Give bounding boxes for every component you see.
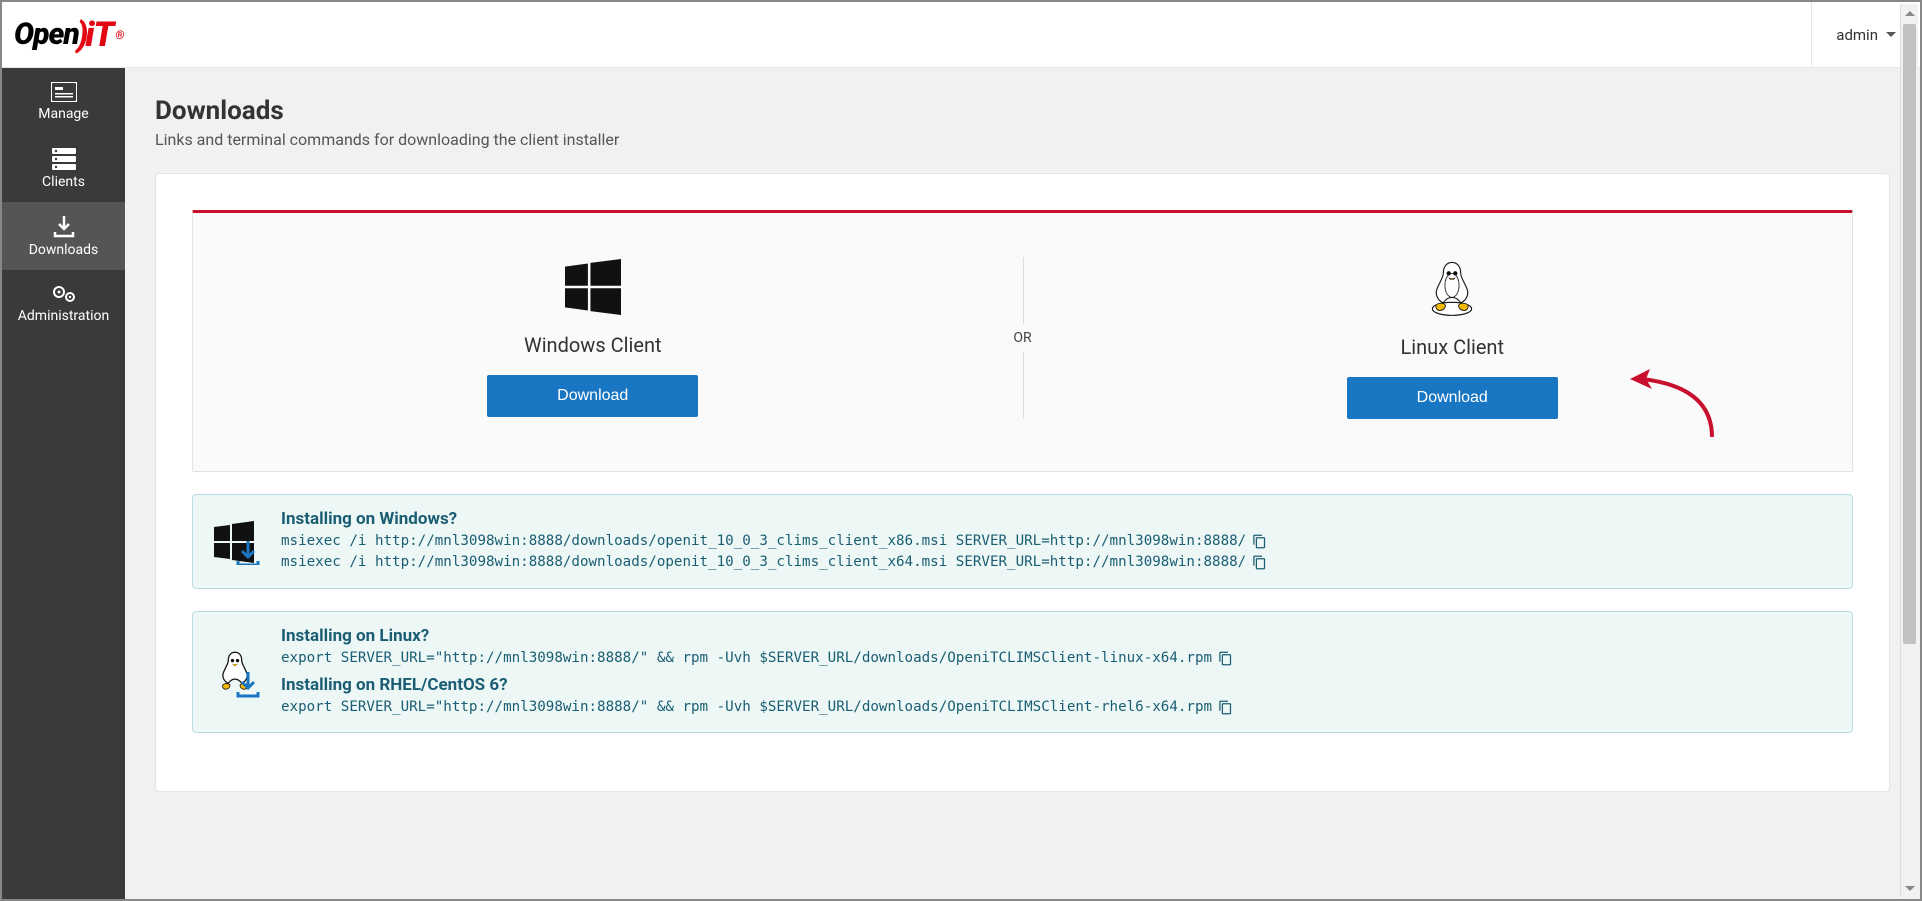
logo-it: iT <box>85 15 113 55</box>
copy-icon[interactable] <box>1252 555 1267 570</box>
download-icon <box>53 216 75 238</box>
sidebar: Manage Clients Downloads Administration <box>2 68 125 899</box>
scroll-up-icon[interactable] <box>1901 4 1918 22</box>
copy-icon[interactable] <box>1218 700 1233 715</box>
install-windows-cmd2: msiexec /i http://mnl3098win:8888/downlo… <box>281 552 1246 573</box>
card-icon <box>51 82 77 102</box>
windows-column: Windows Client Download <box>193 257 993 419</box>
install-linux-panel: Installing on Linux? export SERVER_URL="… <box>192 611 1853 734</box>
download-windows-button[interactable]: Download <box>487 375 698 417</box>
install-windows-cmd2-row: msiexec /i http://mnl3098win:8888/downlo… <box>281 552 1832 573</box>
download-linux-button[interactable]: Download <box>1347 377 1558 419</box>
sidebar-item-label: Administration <box>18 308 109 324</box>
header: Open ) iT ® admin <box>2 2 1920 68</box>
content-card: Windows Client Download OR Linux Client … <box>155 173 1890 792</box>
caret-down-icon <box>1886 32 1896 37</box>
install-windows-cmd1-row: msiexec /i http://mnl3098win:8888/downlo… <box>281 531 1832 552</box>
linux-icon <box>1424 257 1480 317</box>
logo-registered: ® <box>115 28 123 42</box>
gears-icon <box>51 284 77 304</box>
sidebar-item-label: Clients <box>42 174 85 190</box>
linux-download-icon <box>213 630 263 719</box>
install-rhel-cmd-row: export SERVER_URL="http://mnl3098win:888… <box>281 697 1832 718</box>
windows-download-icon <box>213 513 263 574</box>
copy-icon[interactable] <box>1252 534 1267 549</box>
or-separator: OR <box>993 257 1053 419</box>
install-rhel-title: Installing on RHEL/CentOS 6? <box>281 675 1832 695</box>
linux-column: Linux Client Download <box>1053 257 1853 419</box>
scrollbar-thumb[interactable] <box>1903 24 1916 644</box>
or-label: OR <box>1013 324 1031 352</box>
download-box: Windows Client Download OR Linux Client … <box>192 210 1853 472</box>
logo[interactable]: Open ) iT ® <box>14 15 123 55</box>
sidebar-item-administration[interactable]: Administration <box>2 270 125 336</box>
install-linux-cmd-row: export SERVER_URL="http://mnl3098win:888… <box>281 648 1832 669</box>
scroll-down-icon[interactable] <box>1901 879 1918 897</box>
windows-label: Windows Client <box>524 333 662 357</box>
install-windows-panel: Installing on Windows? msiexec /i http:/… <box>192 494 1853 589</box>
install-windows-title: Installing on Windows? <box>281 509 1832 529</box>
annotation-arrow-icon <box>1622 367 1722 447</box>
page-title: Downloads <box>155 96 1890 126</box>
linux-label: Linux Client <box>1400 335 1504 359</box>
sidebar-item-clients[interactable]: Clients <box>2 134 125 202</box>
server-icon <box>52 148 76 170</box>
sidebar-item-label: Manage <box>38 106 88 122</box>
windows-icon <box>565 259 621 315</box>
sidebar-item-downloads[interactable]: Downloads <box>2 202 125 270</box>
user-label: admin <box>1836 26 1878 44</box>
install-rhel-cmd: export SERVER_URL="http://mnl3098win:888… <box>281 697 1212 718</box>
install-linux-title: Installing on Linux? <box>281 626 1832 646</box>
logo-open: Open <box>14 17 79 52</box>
sidebar-item-label: Downloads <box>29 242 99 258</box>
install-linux-cmd: export SERVER_URL="http://mnl3098win:888… <box>281 648 1212 669</box>
sidebar-item-manage[interactable]: Manage <box>2 68 125 134</box>
vertical-scrollbar[interactable] <box>1900 4 1918 897</box>
copy-icon[interactable] <box>1218 651 1233 666</box>
page-subtitle: Links and terminal commands for download… <box>155 130 1890 149</box>
install-windows-cmd1: msiexec /i http://mnl3098win:8888/downlo… <box>281 531 1246 552</box>
main-content: Downloads Links and terminal commands fo… <box>125 68 1920 899</box>
